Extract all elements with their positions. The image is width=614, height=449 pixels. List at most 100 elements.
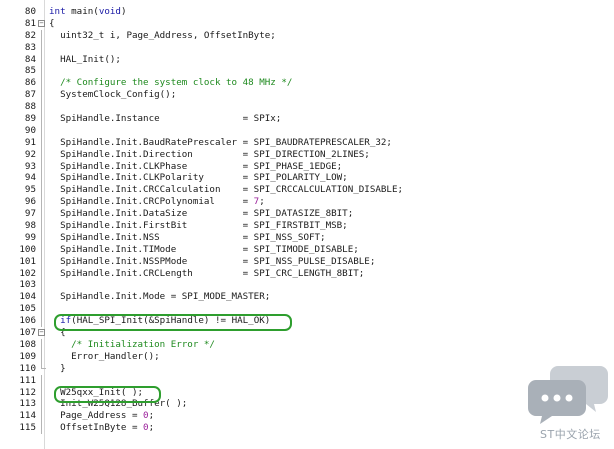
code-line: 97 SpiHandle.Init.DataSize = SPI_DATASIZ… xyxy=(0,208,614,221)
code-line: 96 SpiHandle.Init.CRCPolynomial = 7; xyxy=(0,196,614,209)
code-text[interactable]: SpiHandle.Init.Direction = SPI_DIRECTION… xyxy=(49,149,370,161)
code-text[interactable]: SpiHandle.Init.NSS = SPI_NSS_SOFT; xyxy=(49,232,326,244)
code-text[interactable]: uint32_t i, Page_Address, OffsetInByte; xyxy=(49,30,276,42)
fold-guide xyxy=(41,422,42,435)
code-line: 95 SpiHandle.Init.CRCCalculation = SPI_C… xyxy=(0,184,614,197)
watermark-text: ST中文论坛 xyxy=(540,428,601,441)
fold-toggle-icon[interactable] xyxy=(38,19,45,27)
line-number: 82 xyxy=(24,29,36,41)
code-line: 109 Error_Handler(); xyxy=(0,350,614,363)
fold-guide xyxy=(41,41,42,54)
fold-guide xyxy=(41,398,42,411)
code-text[interactable]: SpiHandle.Init.CRCPolynomial = 7; xyxy=(49,196,265,208)
fold-guide xyxy=(41,410,42,423)
line-number: 101 xyxy=(19,255,36,267)
code-text[interactable]: SpiHandle.Init.TIMode = SPI_TIMODE_DISAB… xyxy=(49,244,359,256)
fold-guide xyxy=(41,231,42,244)
line-number: 94 xyxy=(24,172,36,184)
fold-guide xyxy=(41,29,42,42)
fold-guide xyxy=(41,208,42,221)
line-number: 91 xyxy=(24,136,36,148)
fold-guide xyxy=(41,65,42,78)
line-number: 105 xyxy=(19,303,36,315)
code-text[interactable]: SpiHandle.Instance = SPIx; xyxy=(49,113,281,125)
code-line: 86 /* Configure the system clock to 48 M… xyxy=(0,77,614,90)
code-text[interactable]: SpiHandle.Init.FirstBit = SPI_FIRSTBIT_M… xyxy=(49,220,348,232)
code-text[interactable]: SpiHandle.Init.NSSPMode = SPI_NSS_PULSE_… xyxy=(49,256,375,268)
code-line: 108 /* Initialization Error */ xyxy=(0,338,614,351)
line-number: 93 xyxy=(24,160,36,172)
code-text[interactable]: HAL_Init(); xyxy=(49,54,121,66)
code-line: 84 HAL_Init(); xyxy=(0,53,614,66)
code-text[interactable]: SpiHandle.Init.BaudRatePrescaler = SPI_B… xyxy=(49,137,392,149)
fold-guide xyxy=(41,267,42,280)
code-editor[interactable]: 80 int main(void) 81 {82 uint32_t i, Page_A… xyxy=(0,0,614,449)
fold-end-marker xyxy=(41,362,46,369)
code-text[interactable]: /* Initialization Error */ xyxy=(49,339,215,351)
code-line: 110 } xyxy=(0,362,614,375)
code-text[interactable]: SpiHandle.Init.DataSize = SPI_DATASIZE_8… xyxy=(49,208,353,220)
fold-guide xyxy=(41,77,42,90)
code-line: 89 SpiHandle.Instance = SPIx; xyxy=(0,113,614,126)
line-number: 107 xyxy=(19,327,36,339)
fold-guide xyxy=(41,255,42,268)
code-line: 92 SpiHandle.Init.Direction = SPI_DIRECT… xyxy=(0,148,614,161)
fold-guide xyxy=(41,113,42,126)
code-line: 90 xyxy=(0,124,614,137)
code-text[interactable]: /* Configure the system clock to 48 MHz … xyxy=(49,77,292,89)
fold-guide xyxy=(41,196,42,209)
code-text[interactable]: SpiHandle.Init.CLKPhase = SPI_PHASE_1EDG… xyxy=(49,161,342,173)
fold-toggle-icon[interactable] xyxy=(38,329,45,337)
line-number: 99 xyxy=(24,231,36,243)
line-number: 106 xyxy=(19,315,36,327)
fold-guide xyxy=(41,374,42,387)
fold-guide xyxy=(41,124,42,137)
code-text[interactable]: } xyxy=(49,363,66,375)
code-line: 87 SystemClock_Config(); xyxy=(0,89,614,102)
code-line: 100 SpiHandle.Init.TIMode = SPI_TIMODE_D… xyxy=(0,243,614,256)
code-line: 94 SpiHandle.Init.CLKPolarity = SPI_POLA… xyxy=(0,172,614,185)
line-number: 95 xyxy=(24,184,36,196)
code-line: 81 { xyxy=(0,18,614,30)
fold-guide xyxy=(41,148,42,161)
fold-guide xyxy=(41,101,42,114)
code-line: 103 xyxy=(0,279,614,292)
line-number: 110 xyxy=(19,362,36,374)
code-text[interactable]: Error_Handler(); xyxy=(49,351,160,363)
code-text[interactable]: OffsetInByte = 0; xyxy=(49,422,154,434)
line-number: 104 xyxy=(19,291,36,303)
fold-guide xyxy=(41,243,42,256)
code-line: 88 xyxy=(0,101,614,114)
line-number: 109 xyxy=(19,350,36,362)
line-number: 80 xyxy=(24,6,36,17)
code-line: 83 xyxy=(0,41,614,54)
code-text[interactable]: SpiHandle.Init.CRCCalculation = SPI_CRCC… xyxy=(49,184,403,196)
code-line: 111 xyxy=(0,374,614,387)
line-number: 97 xyxy=(24,208,36,220)
line-number: 89 xyxy=(24,113,36,125)
line-number: 92 xyxy=(24,148,36,160)
code-text[interactable]: { xyxy=(49,18,55,30)
line-number: 102 xyxy=(19,267,36,279)
code-text[interactable]: int main(void) xyxy=(49,6,127,18)
code-text[interactable]: SpiHandle.Init.CLKPolarity = SPI_POLARIT… xyxy=(49,172,348,184)
code-lines: 80 int main(void) 81 {82 uint32_t i, Page_A… xyxy=(0,6,614,435)
fold-guide xyxy=(41,160,42,173)
fold-guide xyxy=(41,303,42,316)
fold-guide xyxy=(41,350,42,363)
line-number: 112 xyxy=(19,386,36,398)
line-number: 96 xyxy=(24,196,36,208)
code-text[interactable]: SpiHandle.Init.Mode = SPI_MODE_MASTER; xyxy=(49,291,270,303)
code-line: 98 SpiHandle.Init.FirstBit = SPI_FIRSTBI… xyxy=(0,220,614,233)
code-text[interactable]: SystemClock_Config(); xyxy=(49,89,176,101)
code-text[interactable]: Page_Address = 0; xyxy=(49,410,154,422)
code-line: 85 xyxy=(0,65,614,78)
fold-guide xyxy=(41,220,42,233)
code-text[interactable]: SpiHandle.Init.CRCLength = SPI_CRC_LENGT… xyxy=(49,268,364,280)
line-number: 115 xyxy=(19,422,36,434)
fold-guide xyxy=(41,89,42,102)
line-number: 81 xyxy=(24,17,36,29)
line-number: 87 xyxy=(24,89,36,101)
line-number: 111 xyxy=(19,374,36,386)
code-line: 101 SpiHandle.Init.NSSPMode = SPI_NSS_PU… xyxy=(0,255,614,268)
